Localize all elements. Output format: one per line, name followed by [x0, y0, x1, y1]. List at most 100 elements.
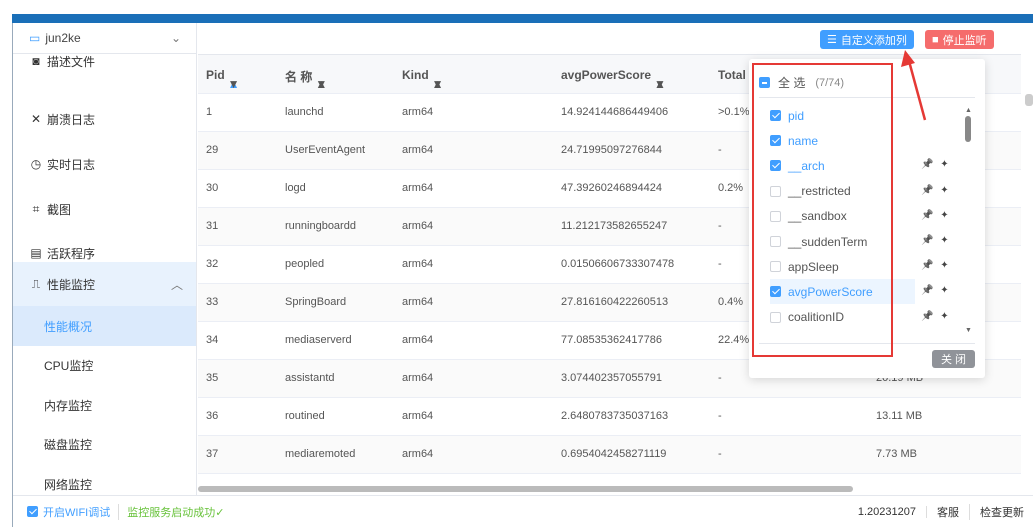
close-button[interactable]: 关 闭 [932, 350, 975, 368]
sidebar-item-0[interactable]: ◙ 描述文件 [13, 54, 196, 69]
column-header[interactable]: Kind ▲ ▼ [402, 68, 444, 90]
sidebar-subitem-label: 内存监控 [44, 398, 93, 413]
table-cell: runningboardd [285, 220, 356, 232]
table-cell: arm64 [402, 296, 434, 308]
chevron-down-icon: ⌄ [171, 31, 182, 45]
table-cell: 36 [206, 410, 219, 422]
horizontal-scrollbar[interactable] [198, 486, 853, 492]
pin-right-icon[interactable]: ✦ [940, 235, 948, 246]
table-cell: arm64 [402, 372, 434, 384]
table-cell: 37 [206, 448, 219, 460]
table-cell: >0.1% [718, 106, 750, 118]
pin-icon[interactable]: 📌 [921, 185, 933, 196]
sidebar-item-label: 性能监控 [47, 277, 96, 292]
table-cell: arm64 [402, 182, 434, 194]
sidebar-subitem-1[interactable]: CPU监控 [13, 346, 196, 386]
pin-icon[interactable]: 📌 [921, 159, 933, 170]
table-cell: 0.6954042458271119 [561, 448, 667, 460]
table-cell: SpringBoard [285, 296, 347, 308]
pin-icon[interactable]: 📌 [921, 285, 933, 296]
pin-icon[interactable]: 📌 [921, 311, 933, 322]
sidebar-item-2[interactable]: ◷ 实时日志 [13, 153, 196, 175]
table-cell: - [718, 372, 722, 384]
sidebar-item-5[interactable]: ⎍ 性能监控 ︿ [13, 262, 196, 306]
table-cell: 27.816160422260513 [561, 296, 669, 308]
table-cell: arm64 [402, 220, 434, 232]
table-cell: 13.11 MB [876, 410, 923, 422]
check-update-link[interactable]: 检查更新 [970, 504, 1033, 520]
annotation-arrow [901, 50, 927, 121]
table-cell: 22.4% [718, 334, 750, 346]
sidebar-item-1[interactable]: ✕ 崩溃日志 [13, 108, 196, 130]
device-icon: ▭ [29, 31, 41, 45]
sidebar-item-label: 描述文件 [47, 54, 96, 69]
sidebar-subitem-label: 网络监控 [44, 477, 93, 492]
profile-file-icon: ◙ [32, 54, 40, 68]
table-cell: - [718, 220, 722, 232]
table-cell: 33 [206, 296, 219, 308]
stop-label: 停止监听 [942, 34, 987, 47]
active-apps-icon: ▤ [30, 246, 42, 260]
sidebar-subitem-4[interactable]: 网络监控 [13, 464, 196, 495]
table-cell: mediaserverd [285, 334, 352, 346]
table-cell: routined [285, 410, 325, 422]
pin-icon[interactable]: 📌 [921, 210, 933, 221]
table-cell: assistantd [285, 372, 335, 384]
table-cell: 2.6480783735037163 [561, 410, 669, 422]
wifi-debug-checkbox[interactable] [27, 506, 38, 517]
sidebar-subitem-3[interactable]: 磁盘监控 [13, 425, 196, 465]
sidebar-subitem-0[interactable]: 性能概况 [13, 306, 196, 346]
table-cell: mediaremoted [285, 448, 356, 460]
table-cell: arm64 [402, 334, 434, 346]
table-cell: 47.39260246894424 [561, 182, 662, 194]
list-scrollbar[interactable]: ▲ ▼ [965, 107, 973, 337]
table-cell: arm64 [402, 448, 434, 460]
realtime-log-icon: ◷ [30, 157, 42, 171]
sidebar-subitem-label: 磁盘监控 [44, 438, 93, 452]
sidebar-subitem-label: CPU监控 [44, 359, 94, 373]
table-cell: 3.074402357055791 [561, 372, 662, 384]
column-header[interactable]: avgPowerScore ▲ ▼ [561, 68, 666, 90]
pin-right-icon[interactable]: ✦ [940, 311, 948, 322]
pin-right-icon[interactable]: ✦ [940, 185, 948, 196]
column-header[interactable]: Pid ▲ ▼ [206, 68, 240, 90]
sidebar-item-3[interactable]: ⌗ 截图 [13, 198, 196, 220]
support-link[interactable]: 客服 [927, 503, 970, 520]
column-header[interactable]: 名 称 ▲ ▼ [285, 68, 327, 90]
table-row[interactable]: 36 routined arm64 2.6480783735037163 - 13.11 … [198, 398, 1021, 436]
status-bar: 开启WIFI调试 监控服务启动成功✓ 1.20231207 客服 检查更新 [13, 495, 1033, 527]
pin-right-icon[interactable]: ✦ [940, 285, 948, 296]
service-status: 监控服务启动成功✓ [127, 506, 225, 519]
stop-listening-button[interactable]: ■ 停止监听 [925, 30, 994, 49]
sidebar-item-label: 截图 [47, 202, 72, 217]
table-cell: 77.08535362417786 [561, 334, 662, 346]
sidebar-item-4[interactable]: ▤ 活跃程序 [13, 242, 196, 264]
pin-icon[interactable]: 📌 [921, 260, 933, 271]
column-header[interactable]: Total I [718, 68, 752, 82]
pin-icon[interactable]: 📌 [921, 235, 933, 246]
table-cell: launchd [285, 106, 324, 118]
stop-icon: ■ [932, 33, 939, 46]
table-cell: arm64 [402, 410, 434, 422]
table-cell: - [718, 144, 722, 156]
vertical-scrollbar[interactable] [1025, 94, 1033, 106]
table-row[interactable]: 37 mediaremoted arm64 0.6954042458271119 - 7.… [198, 436, 1021, 474]
table-cell: 31 [206, 220, 219, 232]
sidebar-subitem-2[interactable]: 内存监控 [13, 385, 196, 425]
wifi-debug-label[interactable]: 开启WIFI调试 [43, 503, 120, 520]
table-cell: arm64 [402, 258, 434, 270]
sidebar-item-label: 活跃程序 [47, 246, 96, 261]
device-selector[interactable]: ▭ jun2ke ⌄ [13, 23, 196, 54]
table-cell: 1 [206, 106, 213, 118]
table-cell: - [718, 448, 722, 460]
pin-right-icon[interactable]: ✦ [940, 159, 948, 170]
pin-right-icon[interactable]: ✦ [940, 210, 948, 221]
table-cell: 30 [206, 182, 219, 194]
table-cell: 11.212173582655247 [561, 220, 668, 232]
table-cell: peopled [285, 258, 325, 270]
sidebar: ▭ jun2ke ⌄ ◙ 描述文件 ✕ 崩溃日志 ◷ 实时日志 ⌗ 截图 ▤ 活跃程序 ⎍ 性能监控 ︿… [13, 23, 197, 495]
performance-icon: ⎍ [31, 276, 41, 291]
table-cell: logd [285, 182, 306, 194]
pin-right-icon[interactable]: ✦ [940, 260, 948, 271]
table-cell: - [718, 258, 722, 270]
